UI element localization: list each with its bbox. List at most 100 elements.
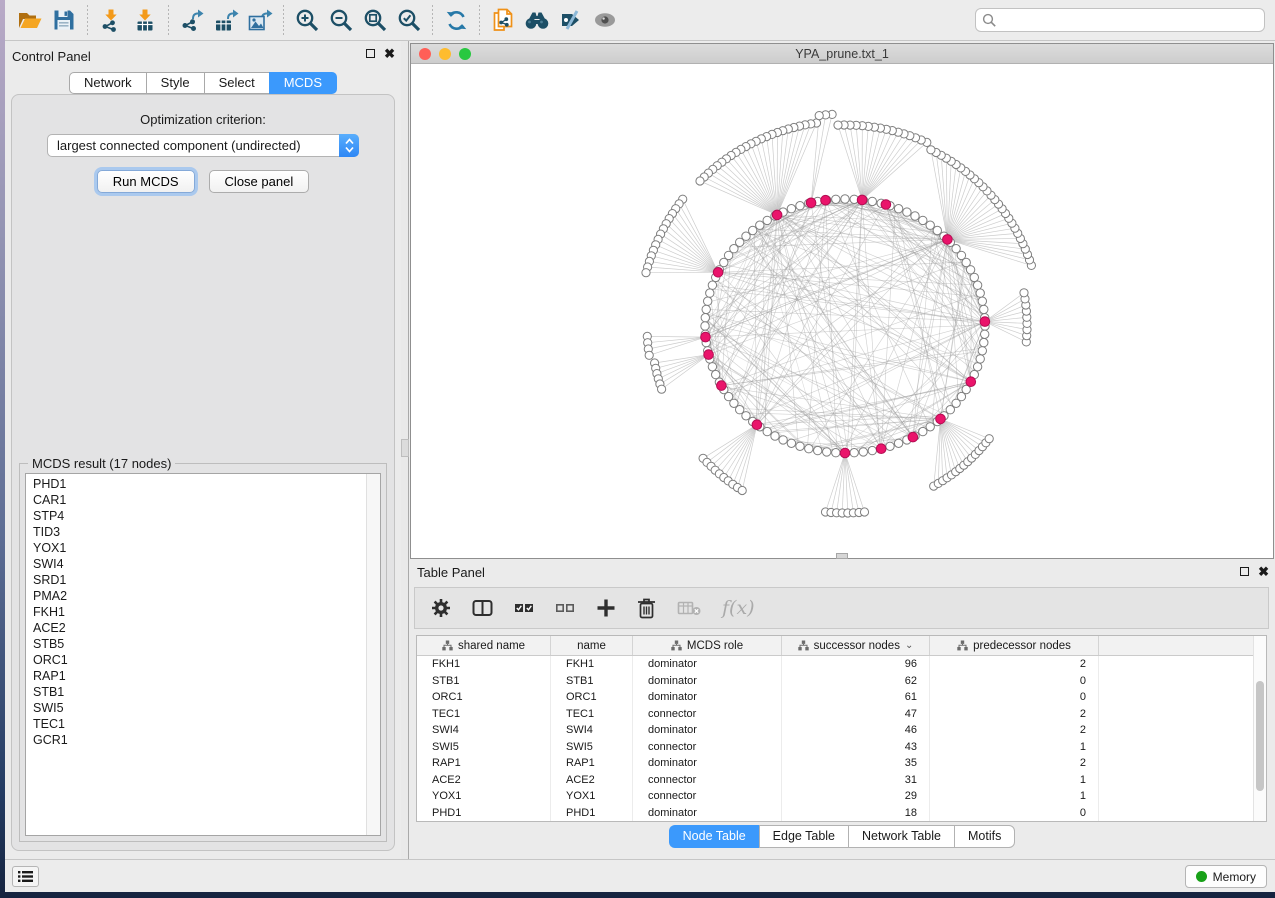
function-builder-icon[interactable]: f(x) [722, 597, 755, 619]
save-session-button[interactable] [47, 3, 81, 37]
table-cell[interactable]: dominator [633, 722, 782, 739]
table-cell[interactable]: dominator [633, 673, 782, 690]
mcds-result-item[interactable]: PHD1 [33, 476, 380, 492]
table-cell[interactable]: 29 [782, 788, 930, 805]
table-row[interactable]: ACE2ACE2connector311 [417, 772, 1266, 789]
deselect-all-icon[interactable] [555, 598, 575, 618]
close-panel-button[interactable]: Close panel [209, 170, 310, 193]
table-cell[interactable]: FKH1 [551, 656, 633, 673]
table-cell[interactable]: PHD1 [417, 805, 551, 822]
import-table-button[interactable] [128, 3, 162, 37]
table-cell[interactable]: YOX1 [417, 788, 551, 805]
table-cell[interactable]: 43 [782, 739, 930, 756]
network-titlebar[interactable]: YPA_prune.txt_1 [411, 44, 1273, 64]
tab-select[interactable]: Select [204, 72, 269, 94]
zoom-out-button[interactable] [324, 3, 358, 37]
table-cell[interactable]: ORC1 [417, 689, 551, 706]
table-row[interactable]: RAP1RAP1dominator352 [417, 755, 1266, 772]
mcds-result-item[interactable]: ORC1 [33, 652, 380, 668]
search-box[interactable] [975, 8, 1265, 32]
table-cell[interactable]: RAP1 [417, 755, 551, 772]
table-cell[interactable]: STB1 [551, 673, 633, 690]
mcds-result-item[interactable]: STP4 [33, 508, 380, 524]
panel-splitter[interactable] [401, 41, 409, 859]
memory-button[interactable]: Memory [1185, 865, 1267, 888]
column-header-predecessor-nodes[interactable]: predecessor nodes [930, 636, 1099, 655]
minimize-traffic-light[interactable] [439, 48, 451, 60]
table-cell[interactable]: dominator [633, 656, 782, 673]
mcds-result-item[interactable]: FKH1 [33, 604, 380, 620]
add-column-icon[interactable] [596, 598, 616, 618]
mcds-result-item[interactable]: YOX1 [33, 540, 380, 556]
mcds-result-item[interactable]: SWI5 [33, 700, 380, 716]
table-row[interactable]: YOX1YOX1connector291 [417, 788, 1266, 805]
table-row[interactable]: STB1STB1dominator620 [417, 673, 1266, 690]
zoom-selected-button[interactable] [392, 3, 426, 37]
tab-node-table[interactable]: Node Table [669, 825, 759, 848]
table-row[interactable]: PHD1PHD1dominator180 [417, 805, 1266, 822]
export-network-button[interactable] [175, 3, 209, 37]
maximize-traffic-light[interactable] [459, 48, 471, 60]
mcds-result-item[interactable]: GCR1 [33, 732, 380, 748]
table-cell[interactable]: RAP1 [551, 755, 633, 772]
select-all-icon[interactable] [514, 598, 534, 618]
mcds-result-item[interactable]: CAR1 [33, 492, 380, 508]
column-header-name[interactable]: name [551, 636, 633, 655]
table-cell[interactable]: 46 [782, 722, 930, 739]
table-cell[interactable]: 1 [930, 772, 1099, 789]
run-mcds-button[interactable]: Run MCDS [97, 170, 195, 193]
table-cell[interactable]: 96 [782, 656, 930, 673]
table-cell[interactable]: dominator [633, 755, 782, 772]
refresh-button[interactable] [439, 3, 473, 37]
table-cell[interactable]: ORC1 [551, 689, 633, 706]
search-input[interactable] [997, 13, 1258, 27]
table-cell[interactable]: SWI5 [417, 739, 551, 756]
table-cell[interactable]: dominator [633, 689, 782, 706]
table-cell[interactable]: 2 [930, 722, 1099, 739]
criterion-dropdown[interactable]: largest connected component (undirected) [47, 134, 359, 157]
table-cell[interactable]: dominator [633, 805, 782, 822]
table-cell[interactable]: TEC1 [417, 706, 551, 723]
mcds-result-item[interactable]: ACE2 [33, 620, 380, 636]
column-header-shared-name[interactable]: shared name [417, 636, 551, 655]
table-cell[interactable]: 1 [930, 788, 1099, 805]
tab-style[interactable]: Style [146, 72, 204, 94]
mcds-result-item[interactable]: SWI4 [33, 556, 380, 572]
mcds-result-item[interactable]: RAP1 [33, 668, 380, 684]
tab-edge-table[interactable]: Edge Table [759, 825, 848, 848]
gear-icon[interactable] [431, 598, 451, 618]
table-cell[interactable]: 2 [930, 755, 1099, 772]
find-button[interactable] [520, 3, 554, 37]
open-file-button[interactable] [13, 3, 47, 37]
table-row[interactable]: TEC1TEC1connector472 [417, 706, 1266, 723]
task-history-button[interactable] [12, 866, 39, 887]
table-cell[interactable]: 0 [930, 805, 1099, 822]
table-cell[interactable]: 47 [782, 706, 930, 723]
tab-mcds[interactable]: MCDS [269, 72, 337, 94]
close-traffic-light[interactable] [419, 48, 431, 60]
table-cell[interactable]: 1 [930, 739, 1099, 756]
mcds-result-item[interactable]: PMA2 [33, 588, 380, 604]
table-cell[interactable]: 2 [930, 706, 1099, 723]
destroy-table-icon[interactable] [677, 599, 701, 617]
export-image-button[interactable] [243, 3, 277, 37]
tab-network-table[interactable]: Network Table [848, 825, 954, 848]
network-graph[interactable] [411, 64, 1273, 557]
table-cell[interactable]: 0 [930, 689, 1099, 706]
table-row[interactable]: SWI5SWI5connector431 [417, 739, 1266, 756]
close-icon[interactable]: ✖ [1258, 566, 1269, 577]
zoom-in-button[interactable] [290, 3, 324, 37]
show-hide-button[interactable] [588, 3, 622, 37]
network-canvas[interactable] [411, 64, 1273, 557]
export-table-button[interactable] [209, 3, 243, 37]
table-cell[interactable]: connector [633, 788, 782, 805]
table-cell[interactable]: SWI5 [551, 739, 633, 756]
mcds-result-list[interactable]: PHD1CAR1STP4TID3YOX1SWI4SRD1PMA2FKH1ACE2… [25, 473, 381, 836]
scrollbar-thumb[interactable] [1256, 681, 1264, 791]
table-cell[interactable]: PHD1 [551, 805, 633, 822]
table-cell[interactable]: 62 [782, 673, 930, 690]
list-scrollbar[interactable] [366, 474, 380, 835]
splitter-handle[interactable] [401, 439, 409, 457]
clone-network-button[interactable] [486, 3, 520, 37]
close-icon[interactable]: ✖ [384, 48, 395, 59]
